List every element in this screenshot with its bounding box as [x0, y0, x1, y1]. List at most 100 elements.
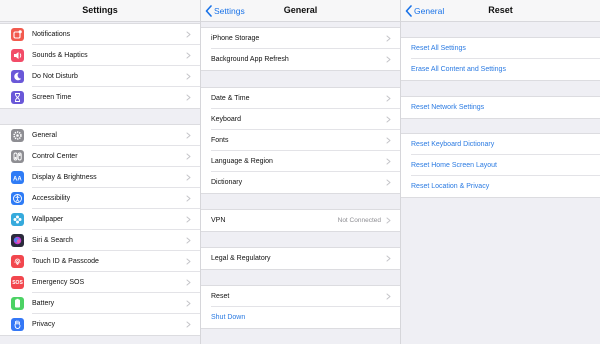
chevron-right-icon [186, 195, 191, 202]
row-label: Reset Home Screen Layout [411, 162, 497, 169]
accessibility-icon [11, 192, 24, 205]
chevron-right-icon [386, 95, 391, 102]
general-nav-bar: Settings General [201, 0, 400, 22]
chevron-right-icon [186, 153, 191, 160]
sos-icon: SOS [11, 276, 24, 289]
settings-item-wallpaper[interactable]: Wallpaper [0, 209, 200, 230]
row-label: Screen Time [32, 94, 72, 101]
row-label: Reset Network Settings [411, 104, 485, 111]
row-label: Battery [32, 300, 55, 307]
chevron-right-icon [386, 158, 391, 165]
flower-icon [11, 213, 24, 226]
row-label: Sounds & Haptics [32, 52, 88, 59]
settings-item-privacy[interactable]: Privacy [0, 314, 200, 335]
row-label: Siri & Search [32, 237, 73, 244]
chevron-right-icon [386, 116, 391, 123]
chevron-right-icon [186, 237, 191, 244]
reset-group-1: Reset All Settings Erase All Content and … [401, 37, 600, 81]
general-item-legal-and-regulatory[interactable]: Legal & Regulatory [201, 248, 400, 269]
settings-item-battery[interactable]: Battery [0, 293, 200, 314]
row-label: Shut Down [211, 314, 246, 321]
row-label: Reset All Settings [411, 45, 466, 52]
chevron-right-icon [186, 216, 191, 223]
chevron-right-icon [186, 132, 191, 139]
chevron-right-icon [386, 179, 391, 186]
row-label: Dictionary [211, 179, 243, 186]
chevron-right-icon [386, 217, 391, 224]
general-title: General [283, 5, 318, 15]
reset-title: Reset [488, 5, 513, 15]
general-item-shut-down[interactable]: Shut Down [201, 307, 400, 328]
chevron-right-icon [186, 94, 191, 101]
settings-item-siri-and-search[interactable]: Siri & Search [0, 230, 200, 251]
sos-icon-text: SOS [12, 279, 23, 286]
row-label: Reset Location & Privacy [411, 183, 490, 190]
general-item-fonts[interactable]: Fonts [201, 130, 400, 151]
row-detail: Not Connected [337, 217, 381, 224]
settings-item-emergency-sos[interactable]: SOS Emergency SOS [0, 272, 200, 293]
general-item-language-and-region[interactable]: Language & Region [201, 151, 400, 172]
row-label: Emergency SOS [32, 279, 85, 286]
row-label: Date & Time [211, 95, 250, 102]
general-item-keyboard[interactable]: Keyboard [201, 109, 400, 130]
general-group-4: Legal & Regulatory [201, 247, 400, 270]
settings-item-touch-id-and-passcode[interactable]: Touch ID & Passcode [0, 251, 200, 272]
chevron-right-icon [386, 35, 391, 42]
row-label: Notifications [32, 31, 71, 38]
settings-item-general[interactable]: General [0, 125, 200, 146]
chevron-right-icon [186, 31, 191, 38]
settings-item-control-center[interactable]: Control Center [0, 146, 200, 167]
row-label: Reset [211, 293, 230, 300]
general-item-date-and-time[interactable]: Date & Time [201, 88, 400, 109]
chevron-right-icon [186, 52, 191, 59]
chevron-right-icon [186, 258, 191, 265]
settings-group-1: Notifications Sounds & Haptics Do Not Dist… [0, 23, 200, 109]
settings-item-sounds-and-haptics[interactable]: Sounds & Haptics [0, 45, 200, 66]
row-label: Erase All Content and Settings [411, 66, 506, 73]
settings-item-notifications[interactable]: Notifications [0, 24, 200, 45]
reset-item-reset-all-settings[interactable]: Reset All Settings [401, 38, 600, 59]
chevron-right-icon [386, 255, 391, 262]
chevron-right-icon [186, 300, 191, 307]
general-item-background-app-refresh[interactable]: Background App Refresh [201, 49, 400, 70]
general-item-dictionary[interactable]: Dictionary [201, 172, 400, 193]
row-label: Control Center [32, 153, 78, 160]
gear-icon [11, 129, 24, 142]
reset-item-reset-home-screen-layout[interactable]: Reset Home Screen Layout [401, 155, 600, 176]
settings-item-do-not-disturb[interactable]: Do Not Disturb [0, 66, 200, 87]
row-label: Legal & Regulatory [211, 255, 271, 262]
row-label: Display & Brightness [32, 174, 97, 181]
row-label: VPN [211, 217, 226, 224]
settings-item-display-and-brightness[interactable]: AA Display & Brightness [0, 167, 200, 188]
general-item-reset[interactable]: Reset [201, 286, 400, 307]
row-label: Do Not Disturb [32, 73, 78, 80]
general-panel: Settings General iPhone Storage Backgroun… [200, 0, 400, 344]
settings-title: Settings [82, 5, 118, 15]
reset-group-3: Reset Keyboard Dictionary Reset Home Scre… [401, 133, 600, 198]
settings-item-accessibility[interactable]: Accessibility [0, 188, 200, 209]
chevron-right-icon [186, 174, 191, 181]
siri-icon [11, 234, 24, 247]
chevron-right-icon [386, 293, 391, 300]
text-size-icon: AA [11, 171, 24, 184]
row-label: Accessibility [32, 195, 71, 202]
general-item-vpn[interactable]: VPN Not Connected [201, 210, 400, 231]
reset-item-erase-all-content-and-settings[interactable]: Erase All Content and Settings [401, 59, 600, 80]
settings-nav-bar: Settings [0, 0, 200, 22]
row-label: Background App Refresh [211, 56, 289, 63]
reset-item-reset-keyboard-dictionary[interactable]: Reset Keyboard Dictionary [401, 134, 600, 155]
reset-panel: General Reset Reset All Settings Erase Al… [400, 0, 600, 344]
settings-panel: Settings Notifications Sounds & Haptics Do… [0, 0, 200, 344]
chevron-right-icon [186, 321, 191, 328]
toggles-icon [11, 150, 24, 163]
general-group-3: VPN Not Connected [201, 209, 400, 232]
row-label: Keyboard [211, 116, 241, 123]
reset-item-reset-network-settings[interactable]: Reset Network Settings [401, 97, 600, 118]
settings-group-2: General Control Center AA Display & Brightn… [0, 124, 200, 336]
settings-item-screen-time[interactable]: Screen Time [0, 87, 200, 108]
reset-item-reset-location-and-privacy[interactable]: Reset Location & Privacy [401, 176, 600, 197]
row-label: General [32, 132, 57, 139]
general-group-5: Reset Shut Down [201, 285, 400, 329]
speaker-icon [11, 49, 24, 62]
general-item-iphone-storage[interactable]: iPhone Storage [201, 28, 400, 49]
